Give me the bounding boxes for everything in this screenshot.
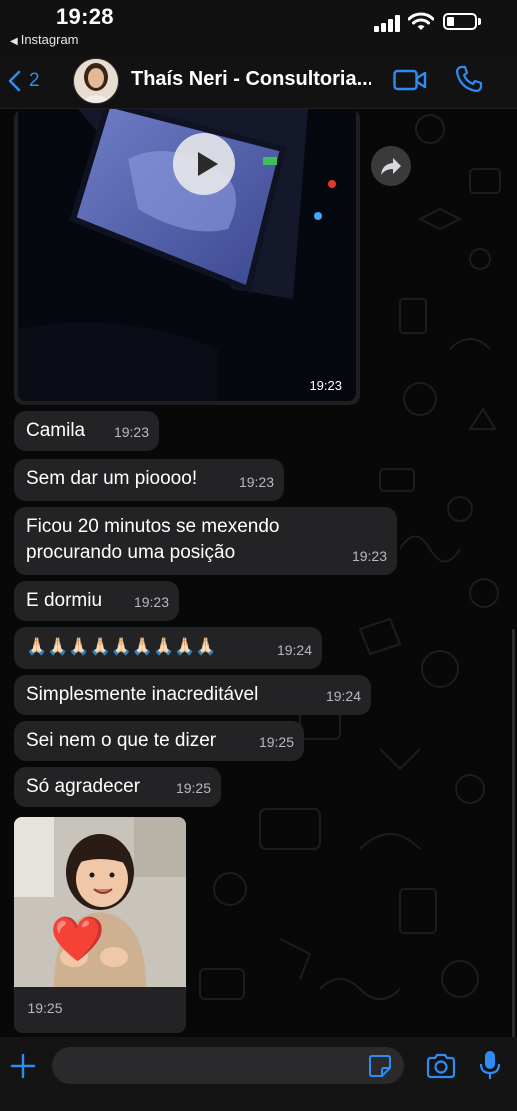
phone-icon[interactable] — [454, 64, 484, 94]
message-timestamp: 19:23 — [113, 424, 149, 440]
message-text: Ficou 20 minutos se mexendo procurando u… — [26, 516, 280, 563]
play-icon[interactable] — [173, 133, 235, 195]
message-bubble[interactable]: Camila 19:23 — [14, 411, 159, 451]
message-text: Só agradecer — [26, 776, 141, 797]
contact-avatar[interactable] — [73, 58, 119, 104]
unread-count: 2 — [29, 70, 40, 91]
wifi-icon — [408, 12, 434, 30]
message-bubble[interactable]: Sei nem o que te dizer 19:25 — [14, 721, 304, 761]
message-text: 🙏🏻🙏🏻🙏🏻🙏🏻🙏🏻🙏🏻🙏🏻🙏🏻🙏🏻 — [26, 637, 217, 656]
message-text: Simplesmente inacreditável — [26, 684, 259, 705]
back-triangle-icon: ◀ — [10, 36, 18, 47]
message-input[interactable] — [52, 1047, 404, 1084]
message-bubble[interactable]: Só agradecer 19:25 — [14, 767, 221, 807]
contact-name[interactable]: Thaís Neri - Consultoria... — [131, 68, 371, 91]
message-text: E dormiu — [26, 590, 103, 611]
clock: 19:28 — [56, 4, 114, 29]
plus-icon[interactable] — [10, 1053, 36, 1079]
back-button[interactable]: 2 — [8, 64, 40, 98]
back-chevron-icon — [8, 70, 21, 92]
microphone-icon[interactable] — [479, 1050, 501, 1080]
avatar-image — [74, 59, 118, 103]
camera-icon[interactable] — [426, 1053, 456, 1079]
message-text: Sem dar um pioooo! — [26, 468, 198, 489]
back-to-app-link[interactable]: ◀ Instagram — [10, 32, 79, 47]
message-bubble[interactable]: 🙏🏻🙏🏻🙏🏻🙏🏻🙏🏻🙏🏻🙏🏻🙏🏻🙏🏻 19:24 — [14, 627, 322, 669]
video-call-icon[interactable] — [393, 66, 427, 94]
forward-icon[interactable] — [371, 146, 411, 186]
message-bubble[interactable]: Simplesmente inacreditável 19:24 — [14, 675, 371, 715]
message-bubble[interactable]: Sem dar um pioooo! 19:23 — [14, 459, 284, 501]
message-bubble[interactable]: Ficou 20 minutos se mexendo procurando u… — [14, 507, 397, 575]
message-timestamp: 19:23 — [351, 548, 387, 564]
message-text: Camila — [26, 420, 86, 441]
battery-tip — [478, 18, 481, 25]
video-message[interactable]: 19:23 — [14, 109, 360, 405]
video-timestamp: 19:23 — [309, 378, 342, 393]
heart-sticker: ❤️ — [50, 915, 105, 964]
photo-timestamp: 19:25 — [14, 993, 76, 1023]
cellular-signal-icon — [374, 14, 402, 32]
status-bar: 19:28 ◀ Instagram — [0, 0, 517, 56]
scrollbar[interactable] — [512, 629, 515, 1037]
message-bubble[interactable]: E dormiu 19:23 — [14, 581, 179, 621]
back-app-label: Instagram — [20, 32, 79, 47]
battery-icon — [443, 13, 477, 30]
message-timestamp: 19:25 — [175, 780, 211, 796]
message-timestamp: 19:25 — [258, 734, 294, 750]
input-bar — [0, 1037, 517, 1111]
message-timestamp: 19:24 — [276, 642, 312, 658]
message-timestamp: 19:24 — [325, 688, 361, 704]
message-text: Sei nem o que te dizer — [26, 730, 217, 751]
message-timestamp: 19:23 — [133, 594, 169, 610]
sticker-icon[interactable] — [368, 1054, 392, 1078]
video-thumbnail: 19:23 — [18, 109, 356, 401]
chat-area[interactable]: 19:23 Camila 19:23 Sem dar um pioooo! 19… — [0, 109, 517, 1037]
message-timestamp: 19:23 — [238, 474, 274, 490]
chat-header: 2 Thaís Neri - Consultoria... — [0, 56, 517, 109]
